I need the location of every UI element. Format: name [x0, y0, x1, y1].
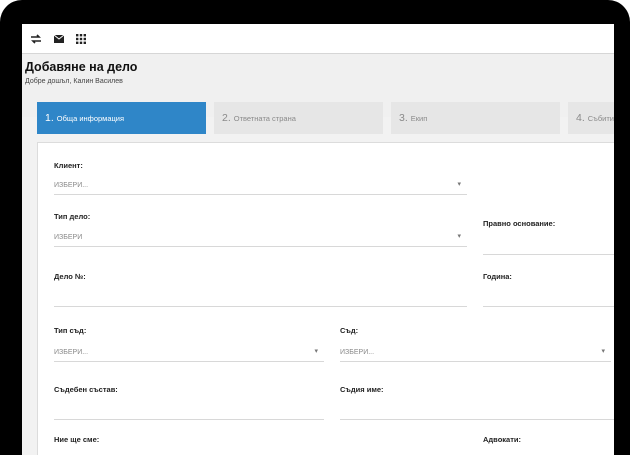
lawyers-label: Адвокати: — [483, 435, 521, 444]
court-type-select-value: ИЗБЕРИ... — [54, 349, 89, 356]
client-select[interactable]: ИЗБЕРИ... ▾ — [54, 177, 467, 195]
year-label: Година: — [483, 272, 512, 281]
chevron-down-icon: ▾ — [601, 348, 605, 355]
step-opposing-party[interactable]: 2. Ответната страна — [214, 102, 383, 134]
case-type-select[interactable]: ИЗБЕРИ ▾ — [54, 229, 467, 247]
step-general-info[interactable]: 1. Обща информация — [37, 102, 206, 134]
case-type-label: Тип дело: — [54, 212, 91, 221]
device-frame: Добавяне на дело Добре дошъл, Калин Васи… — [0, 0, 630, 455]
welcome-text: Добре дошъл, Калин Василев — [25, 78, 123, 85]
swap-arrows-icon[interactable] — [29, 32, 43, 46]
step-label: Екип — [410, 113, 428, 123]
chevron-down-icon: ▾ — [457, 181, 461, 188]
we-are-label: Ние ще сме: — [54, 435, 100, 444]
legal-basis-input[interactable] — [483, 254, 614, 255]
judge-input[interactable] — [340, 419, 614, 420]
year-input[interactable] — [483, 306, 614, 307]
court-select[interactable]: ИЗБЕРИ... ▾ — [340, 344, 611, 362]
court-label: Съд: — [340, 326, 359, 335]
panel-label: Съдебен състав: — [54, 385, 118, 394]
mail-icon[interactable] — [52, 32, 66, 46]
top-toolbar — [22, 24, 614, 54]
form-panel: Клиент: ИЗБЕРИ... ▾ Тип дело: ИЗБЕРИ ▾ П… — [37, 142, 614, 455]
device-frame-edge — [614, 24, 630, 455]
step-number: 4. — [576, 112, 585, 124]
client-label: Клиент: — [54, 161, 83, 170]
step-number: 2. — [222, 112, 231, 124]
chevron-down-icon: ▾ — [314, 348, 318, 355]
legal-basis-label: Правно основание: — [483, 219, 556, 228]
panel-input[interactable] — [54, 419, 324, 420]
court-type-select[interactable]: ИЗБЕРИ... ▾ — [54, 344, 324, 362]
step-events[interactable]: 4. Събити — [568, 102, 614, 134]
step-label: Обща информация — [56, 113, 125, 123]
step-number: 1. — [45, 112, 54, 124]
step-team[interactable]: 3. Екип — [391, 102, 560, 134]
app-screen: Добавяне на дело Добре дошъл, Калин Васи… — [22, 24, 614, 455]
chevron-down-icon: ▾ — [457, 233, 461, 240]
page-title: Добавяне на дело — [25, 60, 138, 74]
case-type-select-value: ИЗБЕРИ — [54, 234, 83, 241]
court-type-label: Тип съд: — [54, 326, 87, 335]
apps-grid-icon[interactable] — [74, 32, 88, 46]
case-number-label: Дело №: — [54, 272, 86, 281]
step-label: Ответната страна — [233, 113, 296, 123]
case-number-input[interactable] — [54, 306, 467, 307]
step-number: 3. — [399, 112, 408, 124]
judge-label: Съдия име: — [340, 385, 384, 394]
step-label: Събити — [587, 113, 614, 123]
client-select-value: ИЗБЕРИ... — [54, 182, 89, 189]
wizard-steps: 1. Обща информация 2. Ответната страна 3… — [37, 102, 614, 134]
court-select-value: ИЗБЕРИ... — [340, 349, 375, 356]
